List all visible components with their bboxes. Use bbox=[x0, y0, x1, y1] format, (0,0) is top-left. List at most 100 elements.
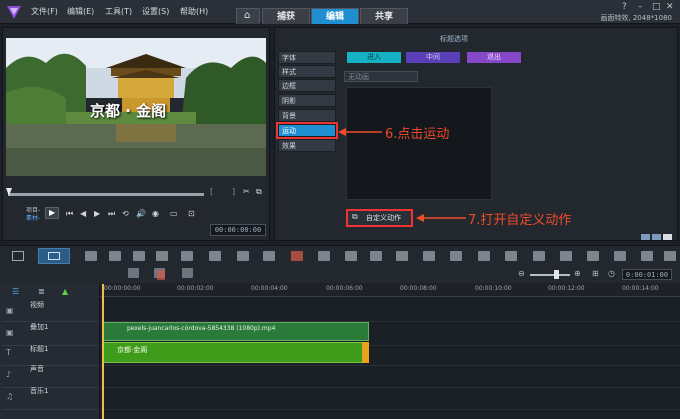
tab-shadow[interactable]: 阴影 bbox=[278, 94, 336, 107]
hd-icon[interactable]: ◉ bbox=[152, 209, 159, 218]
record-icon[interactable] bbox=[291, 251, 303, 261]
speed-icon[interactable] bbox=[533, 251, 545, 261]
fit-timeline-icon[interactable]: ⊞ bbox=[592, 269, 599, 278]
color-icon[interactable] bbox=[587, 251, 599, 261]
motion-middle-tab[interactable]: 中间 bbox=[406, 52, 460, 63]
timeline-duration[interactable]: 0:00:01:00 bbox=[622, 269, 672, 280]
zoom-slider[interactable] bbox=[530, 274, 570, 276]
ruler-tick: 00:00:04:00 bbox=[251, 285, 288, 292]
track-header-voice[interactable]: 声音 ♪ bbox=[2, 364, 98, 388]
preview-timecode[interactable]: 00:00:00:00 bbox=[210, 224, 266, 236]
copy-icon[interactable] bbox=[85, 251, 97, 261]
volume-icon[interactable]: 🔊 bbox=[136, 209, 146, 218]
title-icon[interactable] bbox=[505, 251, 517, 261]
prev-frame-icon[interactable]: ◀ bbox=[80, 209, 86, 218]
text-icon[interactable] bbox=[396, 251, 408, 261]
tab-style[interactable]: 样式 bbox=[278, 65, 336, 78]
chapter-icon[interactable] bbox=[156, 251, 168, 261]
track-name: 声音 bbox=[30, 365, 44, 373]
app-logo bbox=[7, 6, 21, 19]
motion-out-tab[interactable]: 退出 bbox=[467, 52, 521, 63]
lane-video[interactable] bbox=[100, 298, 680, 322]
view-icon-3[interactable] bbox=[663, 234, 672, 240]
multicam-icon[interactable] bbox=[209, 251, 221, 261]
resize-icon[interactable]: ⊡ bbox=[188, 209, 195, 218]
menu-edit[interactable]: 编辑(E) bbox=[67, 6, 94, 17]
menu-tools[interactable]: 工具(T) bbox=[105, 6, 132, 17]
track-header-video[interactable]: 视频 ▣ bbox=[2, 298, 98, 322]
tab-motion[interactable]: 运动 bbox=[276, 122, 338, 139]
overlay-clip[interactable]: pexels-juancarlos-córdova-5854338 (1080p… bbox=[102, 322, 369, 341]
overlay-track-icon: ▣ bbox=[6, 328, 14, 337]
menu-file[interactable]: 文件(F) bbox=[31, 6, 58, 17]
resize-icon-2[interactable] bbox=[237, 251, 249, 261]
zoom-slider-handle[interactable] bbox=[554, 270, 559, 279]
video-track-icon: ▣ bbox=[6, 306, 14, 315]
motion-preset-select[interactable]: 无动画 bbox=[344, 71, 418, 82]
tab-share[interactable]: 共享 bbox=[360, 8, 408, 24]
next-frame-icon[interactable]: ▶ bbox=[94, 209, 100, 218]
home-icon-start[interactable]: ⏮ bbox=[66, 209, 73, 219]
view-icon-2[interactable] bbox=[652, 234, 661, 240]
motion-path-icon[interactable] bbox=[263, 251, 275, 261]
mark-out-icon[interactable]: ] bbox=[232, 187, 235, 196]
repeat-icon[interactable]: ⟲ bbox=[122, 209, 129, 218]
fit-icon[interactable]: ▭ bbox=[170, 209, 178, 218]
zoom-out-icon[interactable]: ⊖ bbox=[518, 269, 525, 278]
menu-help[interactable]: 帮助(H) bbox=[180, 6, 208, 17]
zoom-in-icon[interactable]: ⊕ bbox=[574, 269, 581, 278]
tab-effect[interactable]: 效果 bbox=[278, 139, 336, 152]
clock-icon[interactable]: ◷ bbox=[608, 269, 615, 278]
tab-capture[interactable]: 捕获 bbox=[262, 8, 310, 24]
track-header-music[interactable]: 音乐1 ♫ bbox=[2, 386, 98, 410]
audio-icon[interactable] bbox=[614, 251, 626, 261]
add-track-icon[interactable]: ▲ bbox=[62, 287, 68, 296]
title-clip[interactable]: 京都·金阁 bbox=[102, 342, 369, 363]
mask-icon[interactable] bbox=[318, 251, 330, 261]
clip-mode-label[interactable]: 素材- bbox=[26, 213, 40, 222]
close-icon[interactable]: ✕ bbox=[666, 2, 674, 12]
preview-scrubber[interactable] bbox=[8, 193, 204, 196]
track-manager-icon[interactable] bbox=[133, 251, 145, 261]
tab-background[interactable]: 背景 bbox=[278, 109, 336, 122]
split-audio-icon[interactable] bbox=[450, 251, 462, 261]
menu-settings[interactable]: 设置(S) bbox=[142, 6, 169, 17]
link-icon[interactable] bbox=[370, 251, 382, 261]
play-button[interactable]: ▶ bbox=[45, 207, 59, 219]
effect-icon[interactable] bbox=[560, 251, 572, 261]
track-header-title[interactable]: 标题1 T bbox=[2, 342, 98, 366]
tab-edit[interactable]: 编辑 bbox=[311, 8, 359, 24]
minimize-icon[interactable]: – bbox=[638, 2, 643, 12]
help-icon[interactable]: ? bbox=[622, 2, 627, 12]
motion-in-tab[interactable]: 进入 bbox=[347, 52, 401, 63]
split-icon[interactable]: ✂ bbox=[243, 187, 250, 196]
mic-icon[interactable] bbox=[157, 270, 165, 280]
grid-icon[interactable] bbox=[423, 251, 435, 261]
title-clip-end[interactable] bbox=[362, 342, 369, 363]
tab-border[interactable]: 边框 bbox=[278, 79, 336, 92]
view-icon-1[interactable] bbox=[641, 234, 650, 240]
settings-icon[interactable] bbox=[664, 251, 676, 261]
tab-font[interactable]: 字体 bbox=[278, 51, 336, 64]
export-icon[interactable] bbox=[641, 251, 653, 261]
replace-icon[interactable] bbox=[478, 251, 490, 261]
custom-motion-button[interactable]: ⧉ 自定义动作 bbox=[346, 209, 413, 227]
motion-preset-gallery[interactable] bbox=[346, 87, 492, 200]
playhead[interactable] bbox=[102, 284, 104, 419]
undo-icon[interactable] bbox=[128, 268, 139, 278]
trim-icon[interactable] bbox=[181, 251, 193, 261]
maximize-icon[interactable]: □ bbox=[652, 2, 661, 12]
track-list-icon[interactable]: ≣ bbox=[38, 287, 45, 296]
snapshot-icon[interactable]: ⧉ bbox=[256, 187, 262, 197]
track-view-icon[interactable]: ☰ bbox=[12, 287, 19, 296]
voiceover-icon[interactable] bbox=[182, 268, 193, 278]
lane-music[interactable] bbox=[100, 386, 680, 410]
storyboard-view-icon[interactable] bbox=[12, 251, 24, 261]
subtitle-icon[interactable] bbox=[345, 251, 357, 261]
voice-track-icon: ♪ bbox=[6, 370, 12, 379]
lane-voice[interactable] bbox=[100, 364, 680, 388]
cut-icon[interactable] bbox=[109, 251, 121, 261]
end-icon[interactable]: ⏭ bbox=[108, 209, 115, 219]
home-button[interactable]: ⌂ bbox=[236, 8, 260, 24]
mark-in-icon[interactable]: [ bbox=[210, 187, 213, 196]
